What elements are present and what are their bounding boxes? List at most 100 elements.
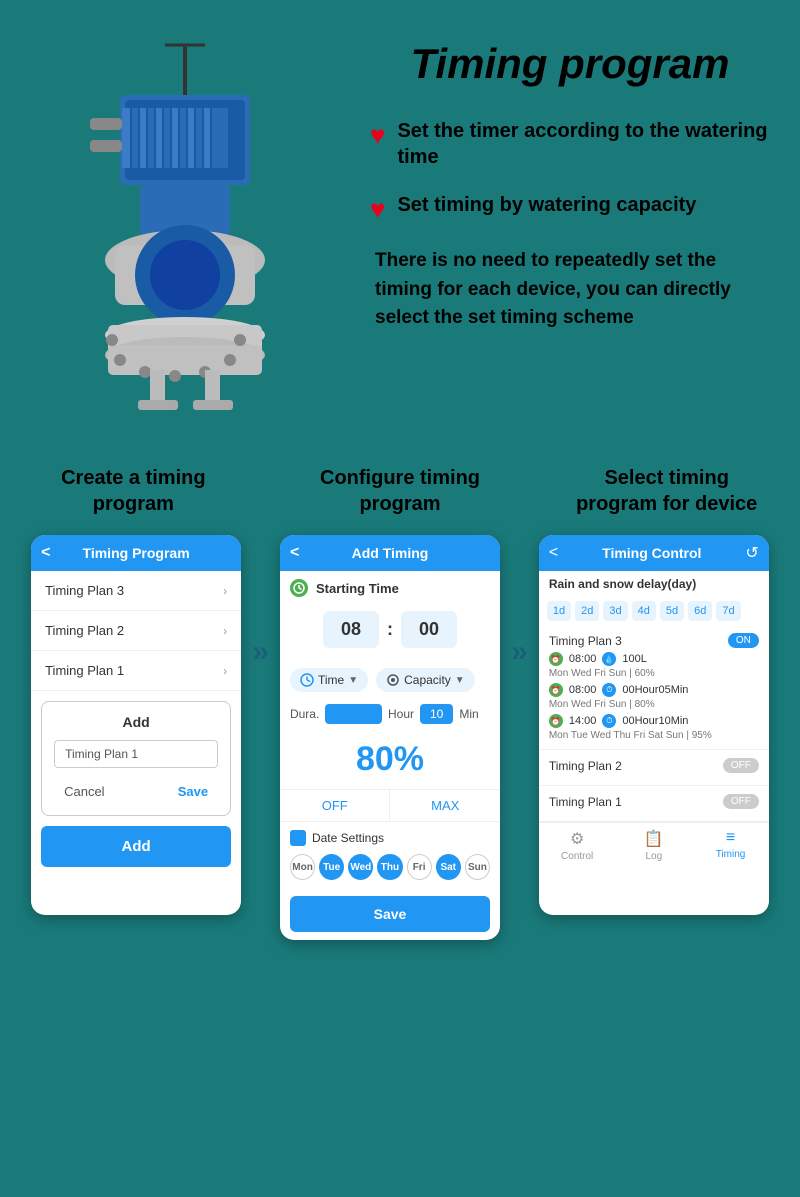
top-section: Timing program ♥ Set the timer according… <box>0 0 800 455</box>
back-arrow-3[interactable]: < <box>549 544 558 562</box>
plan3-time1: 08:00 <box>569 653 597 665</box>
refresh-icon[interactable]: ↺ <box>745 543 758 563</box>
plan3-dur3: 00Hour10Min <box>622 715 688 727</box>
plan2-toggle[interactable]: OFF <box>723 758 759 773</box>
control-title: Timing Control <box>602 545 701 561</box>
right-info: Timing program ♥ Set the timer according… <box>350 30 770 333</box>
plan1-item: Timing Plan 1 OFF <box>539 786 769 822</box>
chevron-icon-1: › <box>223 584 227 598</box>
day-tue[interactable]: Tue <box>319 854 344 880</box>
plan1-header-row: Timing Plan 1 OFF <box>549 794 759 809</box>
plan3-time-icon1: ⏰ <box>549 652 563 666</box>
nav-log[interactable]: 📋 Log <box>616 823 693 868</box>
minute-box[interactable]: 00 <box>401 611 457 648</box>
max-button[interactable]: MAX <box>390 790 500 821</box>
step1-title: Create a timing program <box>28 465 239 517</box>
back-arrow-2[interactable]: < <box>290 544 299 562</box>
arrow-icon-1: » <box>252 535 269 669</box>
time-icon <box>290 579 308 597</box>
step2-title: Configure timing program <box>295 465 506 517</box>
plan3-toggle[interactable]: ON <box>728 633 759 648</box>
hour-box[interactable]: 08 <box>323 611 379 648</box>
off-max-row: OFF MAX <box>280 789 500 822</box>
phone3: < Timing Control ↺ Rain and snow delay(d… <box>539 535 769 915</box>
plan3-time-icon2: ⏰ <box>549 683 563 697</box>
nav-log-label: Log <box>646 851 663 862</box>
list-item-plan3[interactable]: Timing Plan 3 › <box>31 571 241 611</box>
plan3-time2: 08:00 <box>569 684 597 696</box>
day-buttons-row: 1d 2d 3d 4d 5d 6d 7d <box>539 597 769 625</box>
chevron-icon-2: › <box>223 624 227 638</box>
capacity-selector[interactable]: Capacity ▼ <box>376 668 475 692</box>
nav-control-label: Control <box>561 851 593 862</box>
back-arrow-1[interactable]: < <box>41 544 50 562</box>
day-sat[interactable]: Sat <box>436 854 461 880</box>
bullet-item-1: ♥ Set the timer according to the waterin… <box>370 118 770 170</box>
cancel-button[interactable]: Cancel <box>54 780 114 803</box>
day-btn-3d[interactable]: 3d <box>603 601 627 621</box>
add-dialog-input[interactable]: Timing Plan 1 <box>54 740 218 768</box>
phone2: < Add Timing Starting Time 08 : 00 Time … <box>280 535 500 940</box>
time-selector[interactable]: Time ▼ <box>290 668 368 692</box>
day-btn-4d[interactable]: 4d <box>632 601 656 621</box>
day-thu[interactable]: Thu <box>377 854 402 880</box>
off-button[interactable]: OFF <box>280 790 391 821</box>
day-btn-2d[interactable]: 2d <box>575 601 599 621</box>
plan2-item: Timing Plan 2 OFF <box>539 750 769 786</box>
plan3-days3: Mon Tue Wed Thu Fri Sat Sun | 95% <box>549 730 759 741</box>
day-mon[interactable]: Mon <box>290 854 315 880</box>
plan2-name: Timing Plan 2 <box>549 759 622 773</box>
date-label: Date Settings <box>312 831 384 845</box>
plan3-time3: 14:00 <box>569 715 597 727</box>
step2: Configure timing program <box>287 465 514 525</box>
day-btn-5d[interactable]: 5d <box>660 601 684 621</box>
step3: Select timing program for device <box>553 465 780 525</box>
day-wed[interactable]: Wed <box>348 854 373 880</box>
list-item-plan1[interactable]: Timing Plan 1 › <box>31 651 241 691</box>
date-section: Date Settings Mon Tue Wed Thu Fri Sat Su… <box>280 822 500 888</box>
nav-control[interactable]: ⚙ Control <box>539 823 616 868</box>
day-btn-1d[interactable]: 1d <box>547 601 571 621</box>
plan3-cap1: 100L <box>622 653 646 665</box>
plan3-cap-icon3: ⏱ <box>602 714 616 728</box>
save-button[interactable]: Save <box>168 780 218 803</box>
drop-arrow-2: ▼ <box>455 675 465 686</box>
add-dialog-title: Add <box>54 714 218 730</box>
phone1-title: Timing Program <box>83 545 190 561</box>
plan3-name: Timing Plan 3 <box>549 634 622 648</box>
bullet-text-1: Set the timer according to the watering … <box>397 118 770 170</box>
day-sun[interactable]: Sun <box>465 854 490 880</box>
drop-arrow-1: ▼ <box>348 675 358 686</box>
time-display: 08 : 00 <box>290 605 490 654</box>
day-btn-6d[interactable]: 6d <box>688 601 712 621</box>
add-bottom-btn[interactable]: Add <box>41 826 231 867</box>
plan1-toggle[interactable]: OFF <box>723 794 759 809</box>
capacity-label: Capacity <box>404 673 451 687</box>
date-header: Date Settings <box>290 830 490 846</box>
day-fri[interactable]: Fri <box>407 854 432 880</box>
arrow-icon-2: » <box>511 535 528 669</box>
days-row: Mon Tue Wed Thu Fri Sat Sun <box>290 854 490 880</box>
rain-delay-label: Rain and snow delay(day) <box>539 571 769 597</box>
bottom-nav: ⚙ Control 📋 Log ≡ Timing <box>539 822 769 868</box>
chevron-icon-3: › <box>223 664 227 678</box>
day-btn-7d[interactable]: 7d <box>716 601 740 621</box>
plan3-cap-icon1: 💧 <box>602 652 616 666</box>
plan3-item: Timing Plan 3 ON ⏰ 08:00 💧 100L Mon Wed … <box>539 625 769 750</box>
timing-icon: ≡ <box>696 829 765 847</box>
dura-label: Dura. <box>290 707 319 721</box>
save-timing-btn[interactable]: Save <box>290 896 490 932</box>
description-text: There is no need to repeatedly set the t… <box>370 247 770 333</box>
list-item-plan2[interactable]: Timing Plan 2 › <box>31 611 241 651</box>
nav-timing[interactable]: ≡ Timing <box>692 823 769 868</box>
starting-time-label: Starting Time <box>316 581 399 596</box>
date-icon <box>290 830 306 846</box>
add-dialog-buttons: Cancel Save <box>54 780 218 803</box>
control-icon: ⚙ <box>543 829 612 849</box>
plan1-name: Timing Plan 1 <box>549 795 622 809</box>
plan3-label: Timing Plan 3 <box>45 583 124 598</box>
bottom-section: Create a timing program Configure timing… <box>0 455 800 960</box>
phone2-header: < Add Timing <box>280 535 500 571</box>
plan2-header-row: Timing Plan 2 OFF <box>549 758 759 773</box>
percent-display: 80% <box>280 730 500 789</box>
